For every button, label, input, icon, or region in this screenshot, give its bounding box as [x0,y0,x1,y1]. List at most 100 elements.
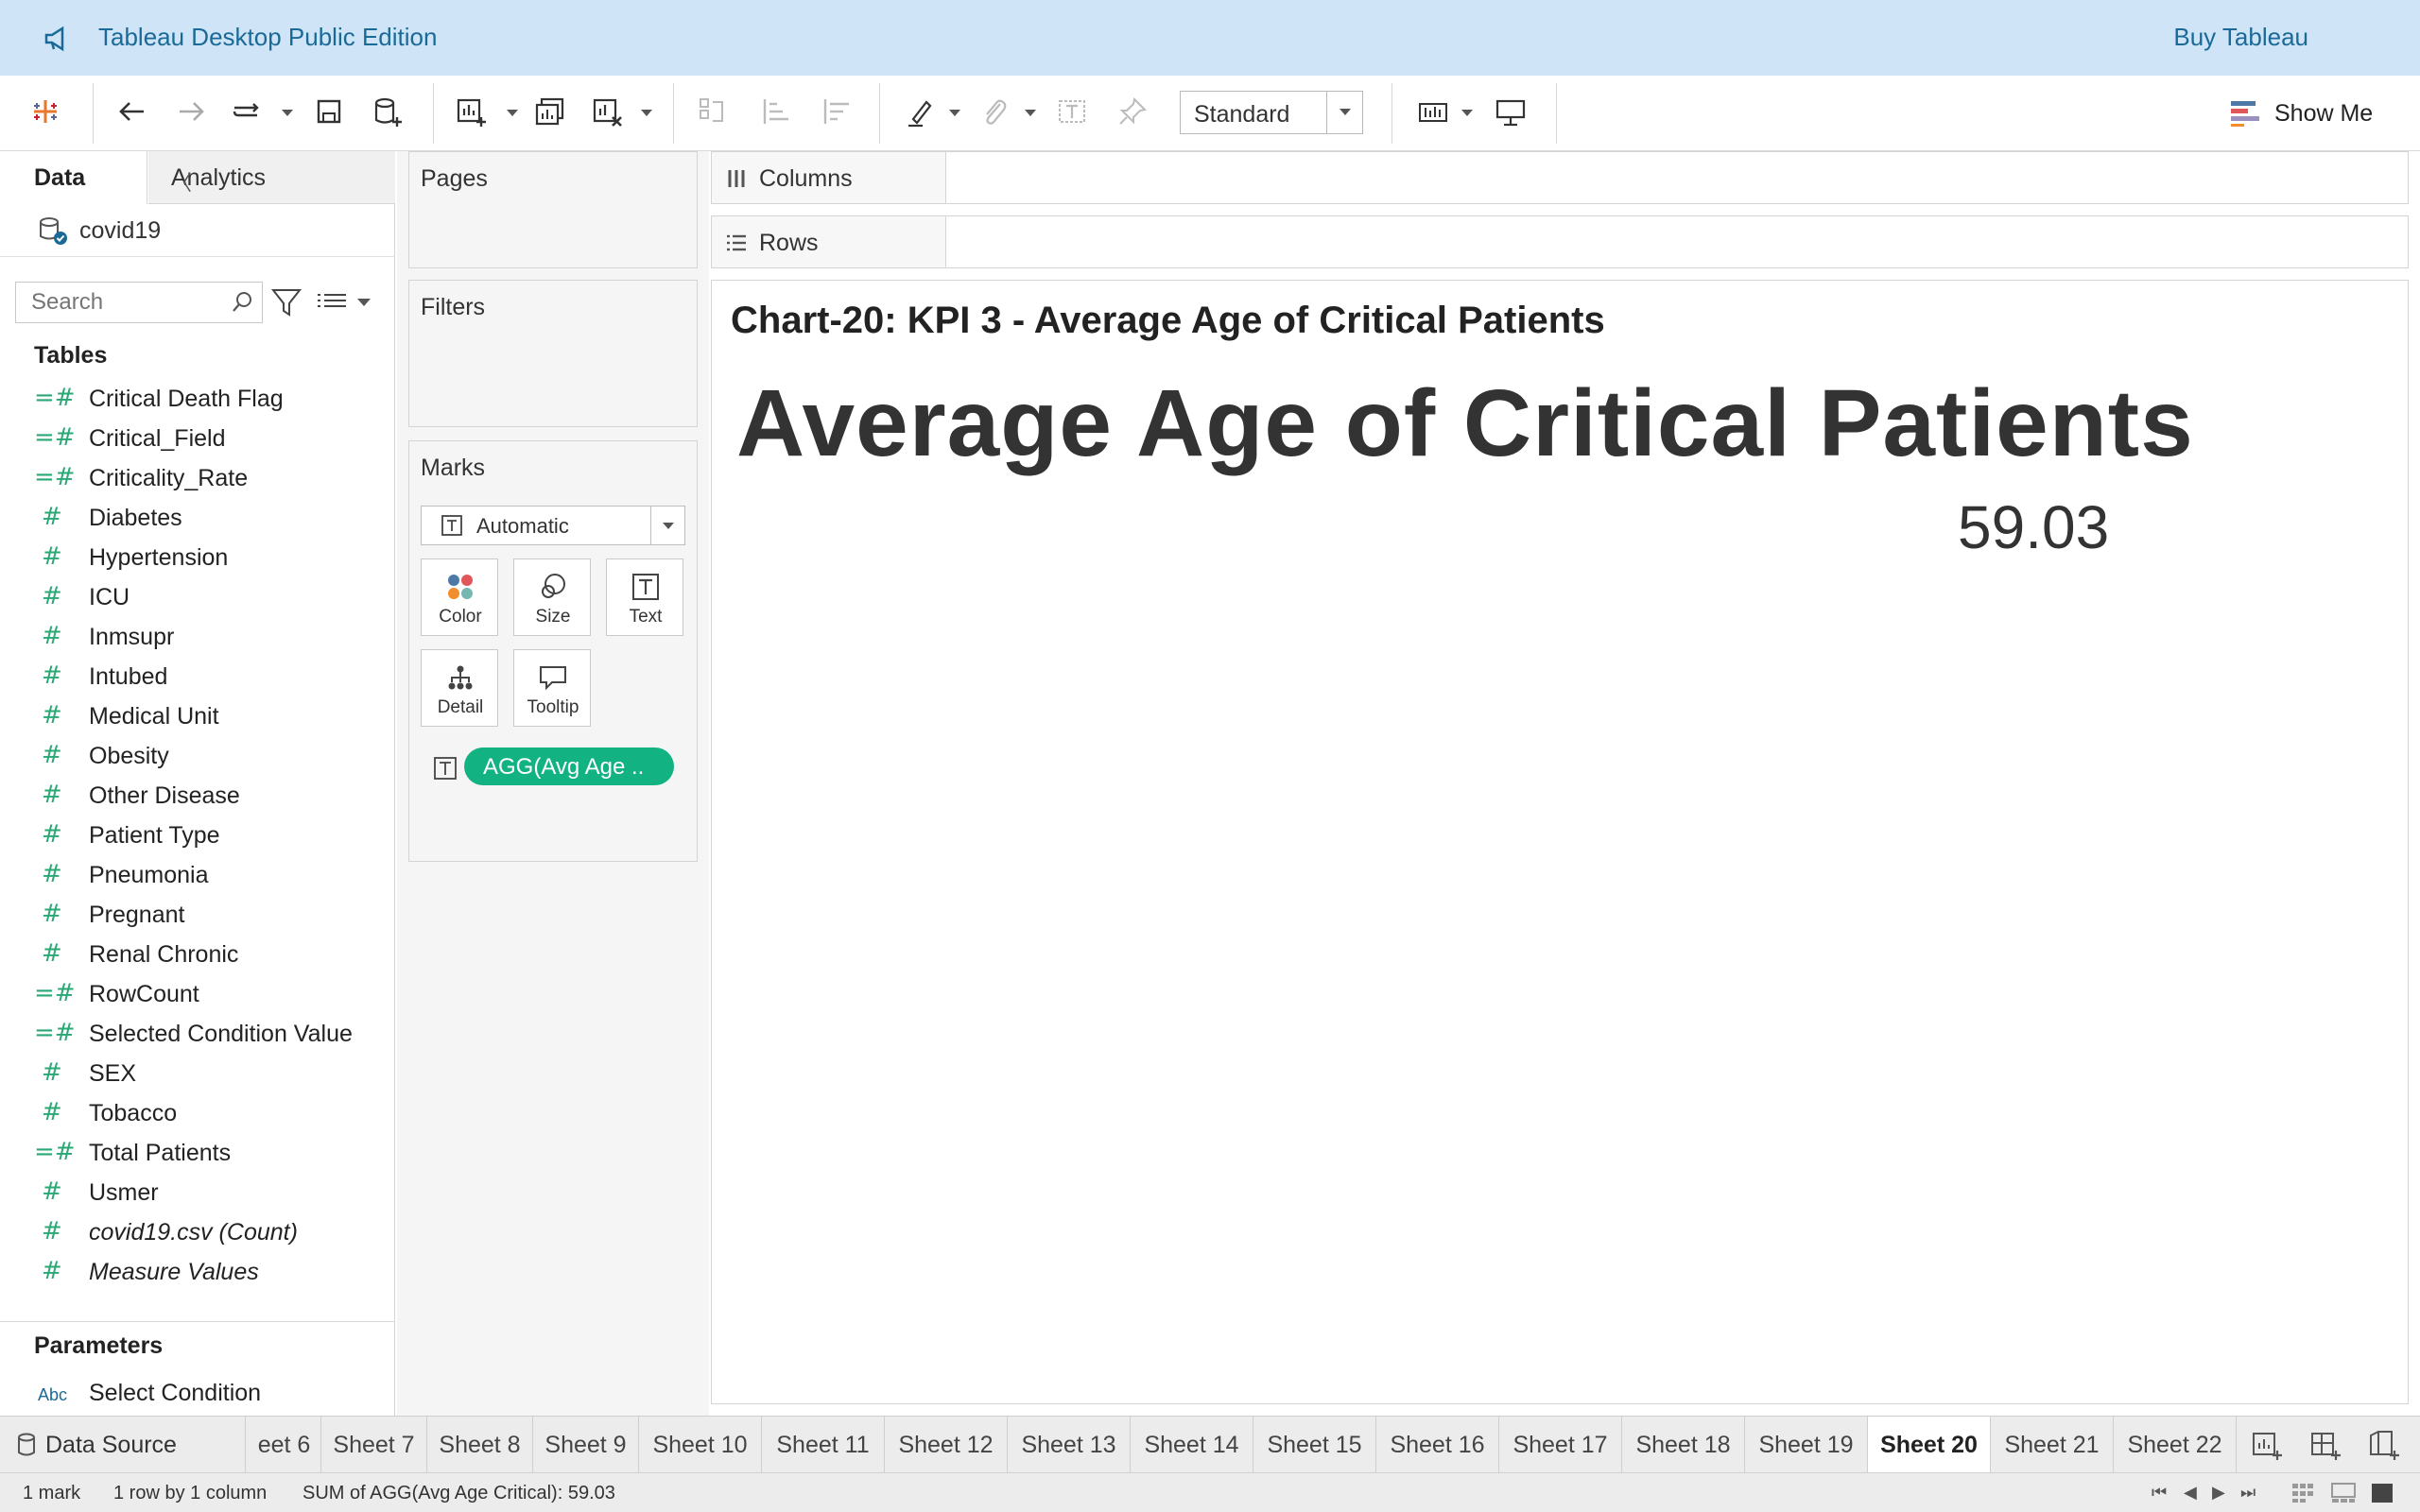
show-me-button[interactable]: Show Me [2229,93,2373,134]
sheet-tab[interactable]: Sheet 21 [1991,1417,2114,1473]
field-item[interactable]: =# Critical Death Flag [0,378,395,418]
sheet-tab[interactable]: Sheet 14 [1131,1417,1253,1473]
sheet-tab[interactable]: Sheet 15 [1253,1417,1376,1473]
field-item[interactable]: =# Criticality_Rate [0,457,395,497]
field-item[interactable]: =# Selected Condition Value [0,1013,395,1053]
duplicate-sheet-icon[interactable] [529,91,571,132]
field-item[interactable]: # covid19.csv (Count) [0,1211,395,1251]
size-button[interactable]: Size [513,558,591,636]
sheet-title[interactable]: Chart-20: KPI 3 - Average Age of Critica… [731,300,1605,342]
filmstrip-icon[interactable] [2331,1483,2356,1503]
detail-button[interactable]: Detail [421,649,498,727]
field-item[interactable]: =# Critical_Field [0,418,395,457]
field-item[interactable]: # Pregnant [0,894,395,934]
color-button[interactable]: Color [421,558,498,636]
measure-pill[interactable]: AGG(Avg Age .. [464,747,674,785]
text-label-icon[interactable] [1051,91,1093,132]
list-view-icon[interactable] [312,285,354,319]
sort-ascending-icon[interactable] [754,91,796,132]
sheet-tab[interactable]: Sheet 16 [1376,1417,1499,1473]
filter-funnel-icon[interactable] [270,285,302,319]
field-item[interactable]: # Pneumonia [0,854,395,894]
chevron-down-icon[interactable] [650,507,684,544]
new-datasource-icon[interactable] [367,91,408,132]
sheet-tab[interactable]: Sheet 20 [1868,1417,1991,1473]
labels-dropdown-icon[interactable] [1025,110,1036,116]
rows-shelf[interactable]: Rows [711,215,2409,268]
next-sheet-icon[interactable]: ▶ [2212,1483,2225,1503]
field-item[interactable]: # ICU [0,576,395,616]
field-item[interactable]: # SEX [0,1053,395,1092]
forward-arrow-icon[interactable] [170,91,212,132]
field-item[interactable]: # Medical Unit [0,696,395,735]
redo-loop-icon[interactable] [227,91,268,132]
sheet-tab[interactable]: Sheet 9 [533,1417,639,1473]
sheet-tab[interactable]: Sheet 7 [321,1417,427,1473]
sheet-tab[interactable]: Sheet 19 [1745,1417,1868,1473]
buy-tableau-link[interactable]: Buy Tableau [2173,23,2308,52]
fit-size-select[interactable]: Standard [1180,91,1363,134]
back-arrow-icon[interactable] [112,91,153,132]
first-sheet-icon[interactable]: ⏮ [2152,1483,2167,1503]
cards-dropdown-icon[interactable] [1461,110,1473,116]
parameter-item[interactable]: Abc Select Condition [0,1372,395,1412]
kpi-value[interactable]: 59.03 [1958,492,2109,562]
sheet-tab[interactable]: Sheet 11 [762,1417,885,1473]
mark-type-select[interactable]: Automatic [421,506,685,545]
field-item[interactable]: # Obesity [0,735,395,775]
paperclip-icon[interactable] [974,91,1015,132]
sheet-tab[interactable]: eet 6 [248,1417,321,1473]
view-options-dropdown-icon[interactable] [357,299,371,306]
field-item[interactable]: # Usmer [0,1172,395,1211]
columns-shelf[interactable]: Columns [711,151,2409,204]
sheet-tab[interactable]: Sheet 8 [427,1417,533,1473]
field-item[interactable]: =# Total Patients [0,1132,395,1172]
highlight-pen-icon[interactable] [900,91,942,132]
field-item[interactable]: # Renal Chronic [0,934,395,973]
highlight-dropdown-icon[interactable] [949,110,960,116]
presentation-mode-icon[interactable] [1490,91,1531,132]
data-source-tab[interactable]: Data Source [0,1417,246,1473]
clear-dropdown-icon[interactable] [641,110,652,116]
redo-dropdown-icon[interactable] [282,110,293,116]
new-worksheet-icon[interactable] [2248,1426,2286,1464]
sheet-tab[interactable]: Sheet 22 [2114,1417,2237,1473]
new-sheet-dropdown-icon[interactable] [507,110,518,116]
sort-descending-icon[interactable] [815,91,856,132]
field-item[interactable]: # Other Disease [0,775,395,815]
last-sheet-icon[interactable]: ⏭ [2240,1483,2256,1503]
sheet-tab[interactable]: Sheet 10 [639,1417,762,1473]
datasource-item[interactable]: covid19 [0,204,395,257]
chevron-down-icon[interactable] [1326,92,1362,133]
field-item[interactable]: # Diabetes [0,497,395,537]
new-story-icon[interactable] [2365,1426,2403,1464]
new-dashboard-icon[interactable] [2307,1426,2344,1464]
tooltip-button[interactable]: Tooltip [513,649,591,727]
sheet-tab[interactable]: Sheet 13 [1008,1417,1131,1473]
collapse-pane-icon[interactable]: 〈 [171,166,386,197]
previous-sheet-icon[interactable]: ◀ [2184,1483,2197,1503]
field-item[interactable]: # Measure Values [0,1251,395,1291]
field-item[interactable]: # Intubed [0,656,395,696]
sheet-tab[interactable]: Sheet 12 [885,1417,1008,1473]
tab-analytics[interactable]: Analytics 〈 [148,151,395,204]
field-search-input[interactable] [18,284,226,320]
sheet-tab[interactable]: Sheet 17 [1499,1417,1622,1473]
worksheet-view[interactable]: Chart-20: KPI 3 - Average Age of Critica… [711,280,2409,1404]
field-item[interactable]: # Inmsupr [0,616,395,656]
new-worksheet-icon[interactable] [450,91,492,132]
tab-data[interactable]: Data [0,151,147,204]
show-cards-icon[interactable] [1412,91,1454,132]
sheet-tab[interactable]: Sheet 18 [1622,1417,1745,1473]
save-icon[interactable] [308,91,350,132]
tableau-logo-icon[interactable] [25,91,66,132]
filters-card[interactable]: Filters [408,280,698,427]
clear-sheet-icon[interactable] [586,91,628,132]
field-item[interactable]: =# RowCount [0,973,395,1013]
field-item[interactable]: # Tobacco [0,1092,395,1132]
text-button[interactable]: Text [606,558,683,636]
swap-axes-icon[interactable] [692,91,734,132]
normal-view-icon[interactable] [2371,1483,2394,1503]
sheet-sorter-icon[interactable] [2291,1483,2314,1503]
pages-card[interactable]: Pages [408,151,698,268]
